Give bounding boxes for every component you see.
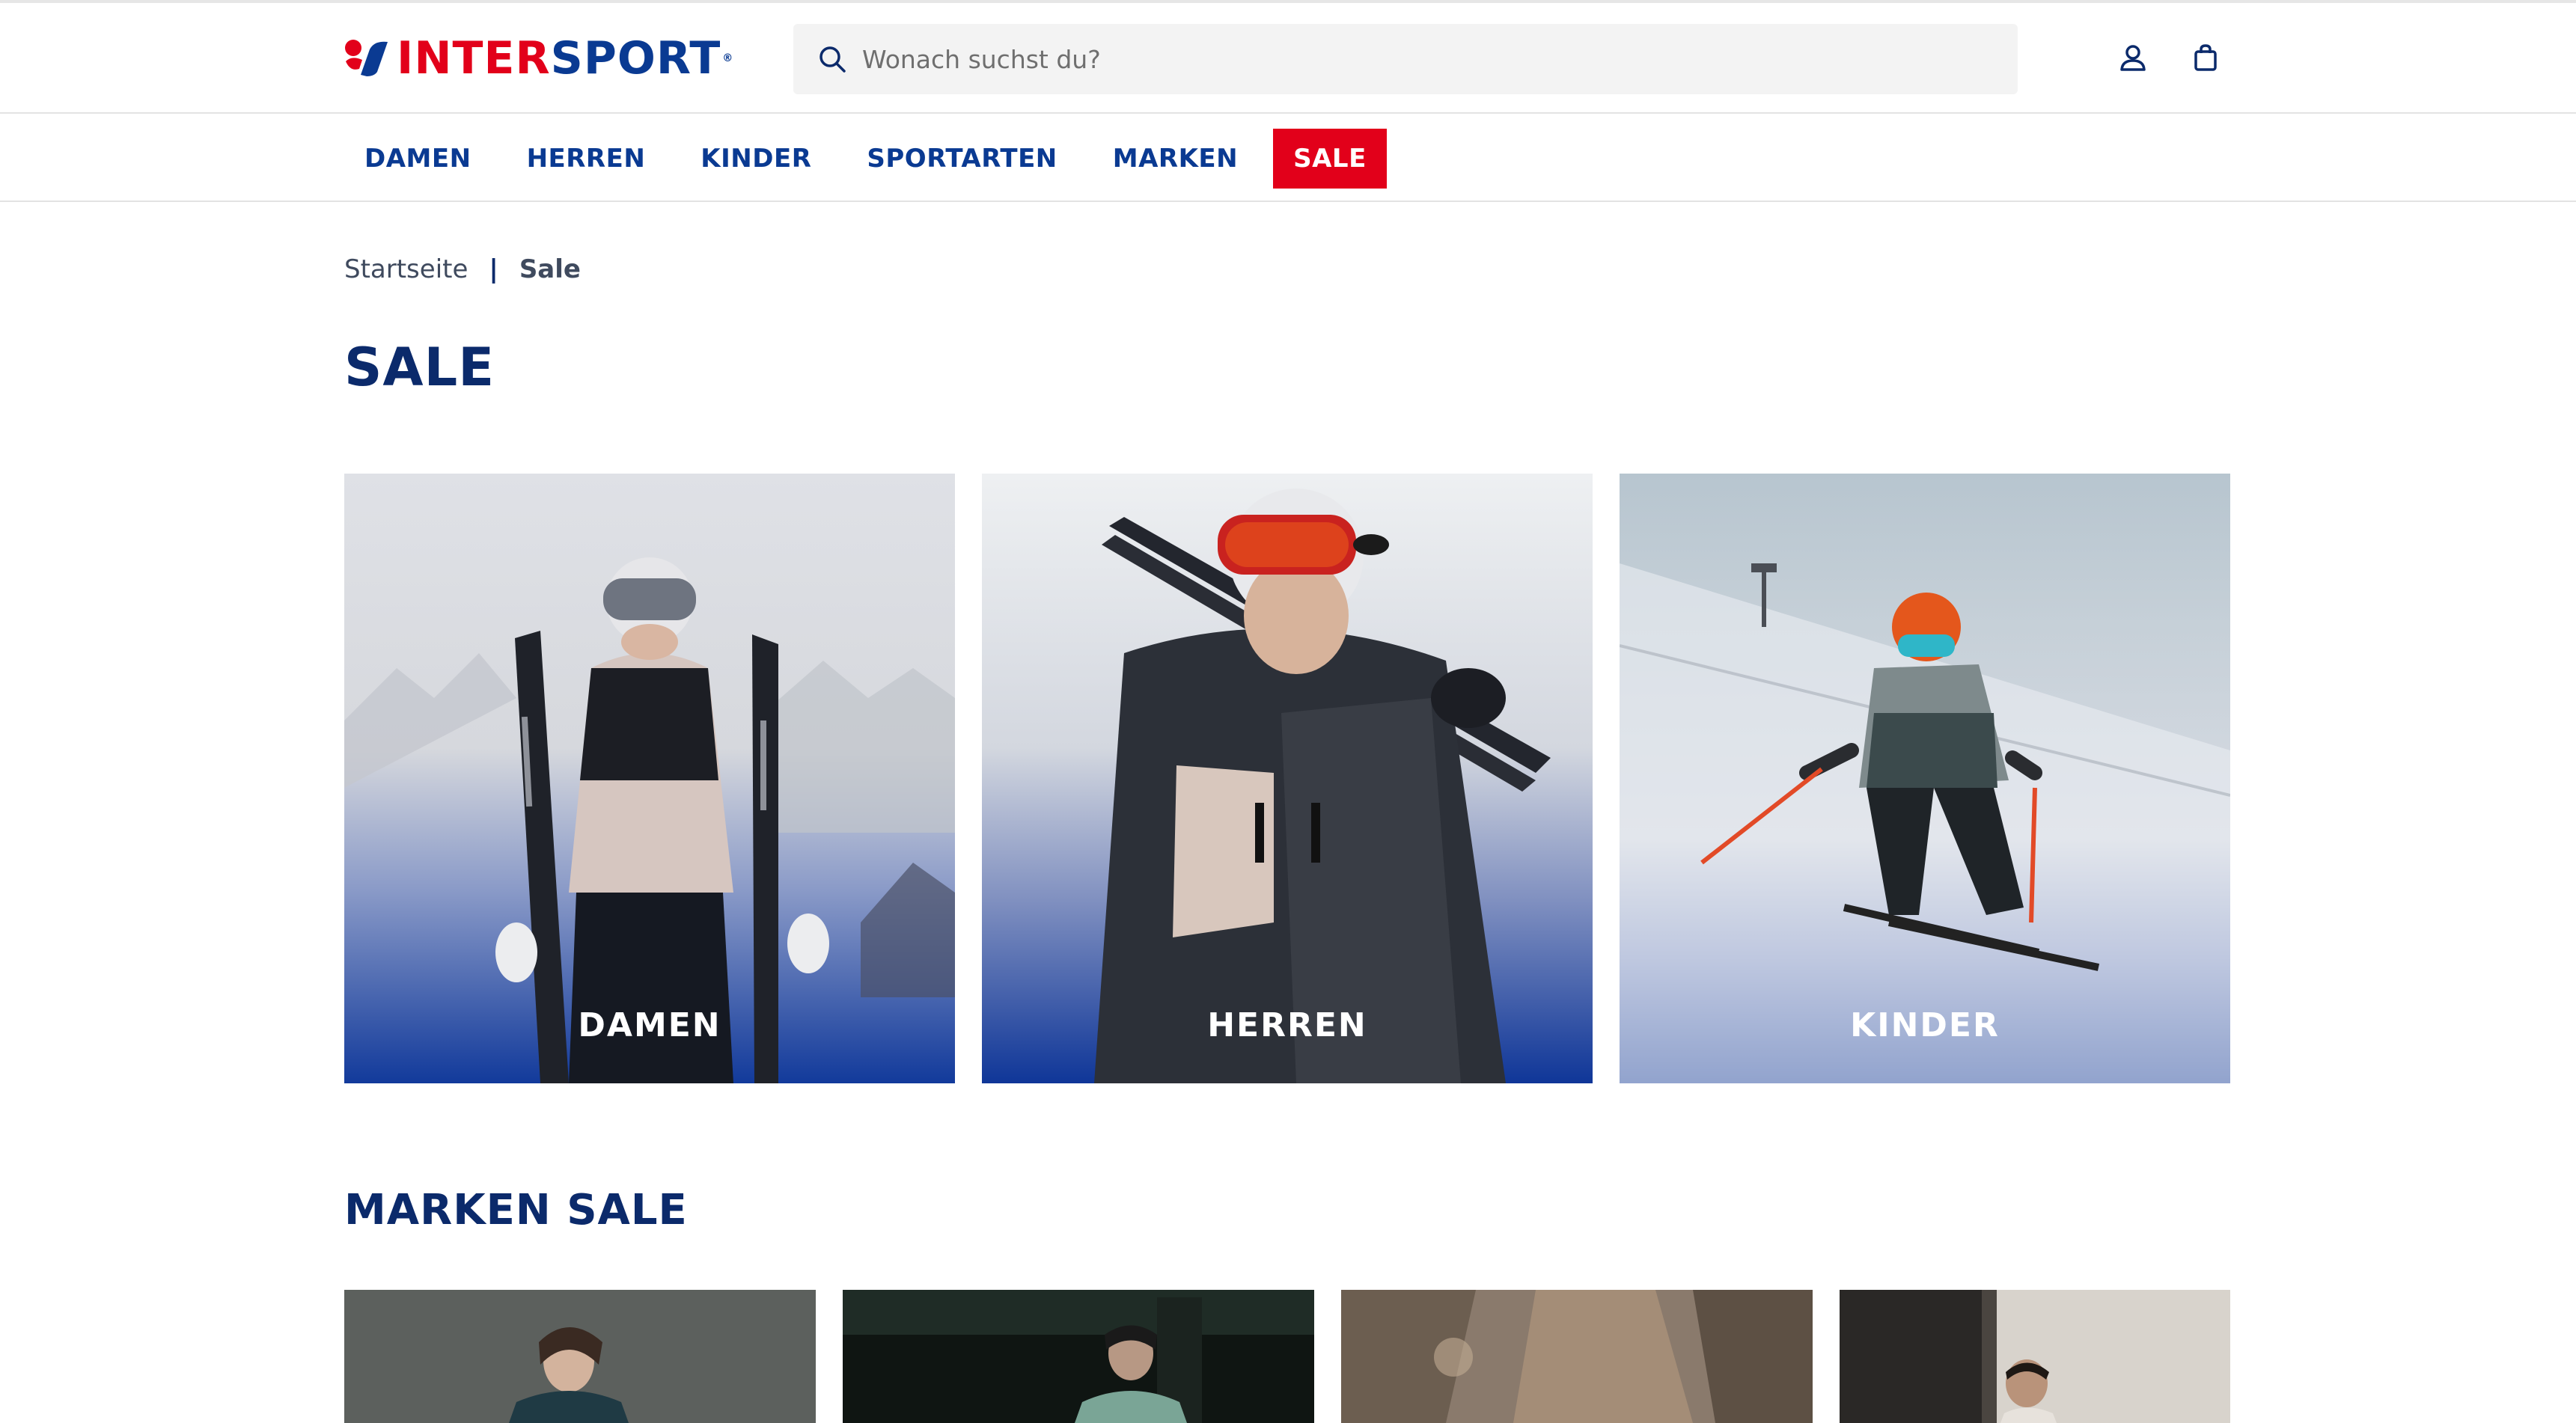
brand-image — [1840, 1290, 2230, 1423]
main-navigation: DAMEN HERREN KINDER SPORTARTEN MARKEN SA… — [0, 114, 2576, 202]
category-tile-herren[interactable]: HERREN — [982, 474, 1593, 1083]
search-icon[interactable] — [817, 44, 847, 74]
breadcrumb-current: Sale — [519, 254, 581, 284]
nav-item-sportarten[interactable]: SPORTARTEN — [846, 129, 1077, 189]
brand-image — [344, 1290, 816, 1423]
intersport-logo[interactable]: INTERSPORT ® — [344, 36, 733, 81]
nav-item-sale[interactable]: SALE — [1273, 129, 1387, 189]
brand-sale-title: MARKEN SALE — [344, 1186, 688, 1234]
breadcrumb-separator: | — [489, 254, 498, 284]
logo-wordmark: INTERSPORT ® — [397, 32, 734, 85]
category-tile-damen[interactable]: DAMEN — [344, 474, 955, 1083]
breadcrumb: Startseite | Sale — [344, 254, 581, 284]
shopping-bag-icon[interactable] — [2187, 39, 2224, 76]
logo-mark-icon — [345, 40, 388, 76]
search-bar[interactable] — [793, 24, 2018, 94]
category-image-damen — [344, 474, 955, 1083]
breadcrumb-home-link[interactable]: Startseite — [344, 254, 468, 284]
nav-item-damen[interactable]: DAMEN — [344, 129, 492, 189]
brand-card[interactable] — [344, 1290, 816, 1423]
page-title: SALE — [344, 337, 495, 398]
site-header: INTERSPORT ® — [0, 3, 2576, 114]
category-image-kinder — [1620, 474, 2230, 1083]
user-icon[interactable] — [2114, 39, 2152, 76]
brand-card[interactable] — [843, 1290, 1314, 1423]
brand-image — [843, 1290, 1314, 1423]
brand-image — [1341, 1290, 1813, 1423]
nav-item-marken[interactable]: MARKEN — [1093, 129, 1258, 189]
category-label-damen: DAMEN — [578, 1006, 721, 1044]
nav-item-kinder[interactable]: KINDER — [680, 129, 831, 189]
brand-card[interactable] — [1840, 1290, 2230, 1423]
category-image-herren — [982, 474, 1593, 1083]
search-input[interactable] — [862, 44, 1910, 74]
category-label-herren: HERREN — [1207, 1006, 1367, 1044]
brand-card[interactable] — [1341, 1290, 1813, 1423]
category-label-kinder: KINDER — [1850, 1006, 2000, 1044]
category-tile-kinder[interactable]: KINDER — [1620, 474, 2230, 1083]
nav-item-herren[interactable]: HERREN — [507, 129, 666, 189]
